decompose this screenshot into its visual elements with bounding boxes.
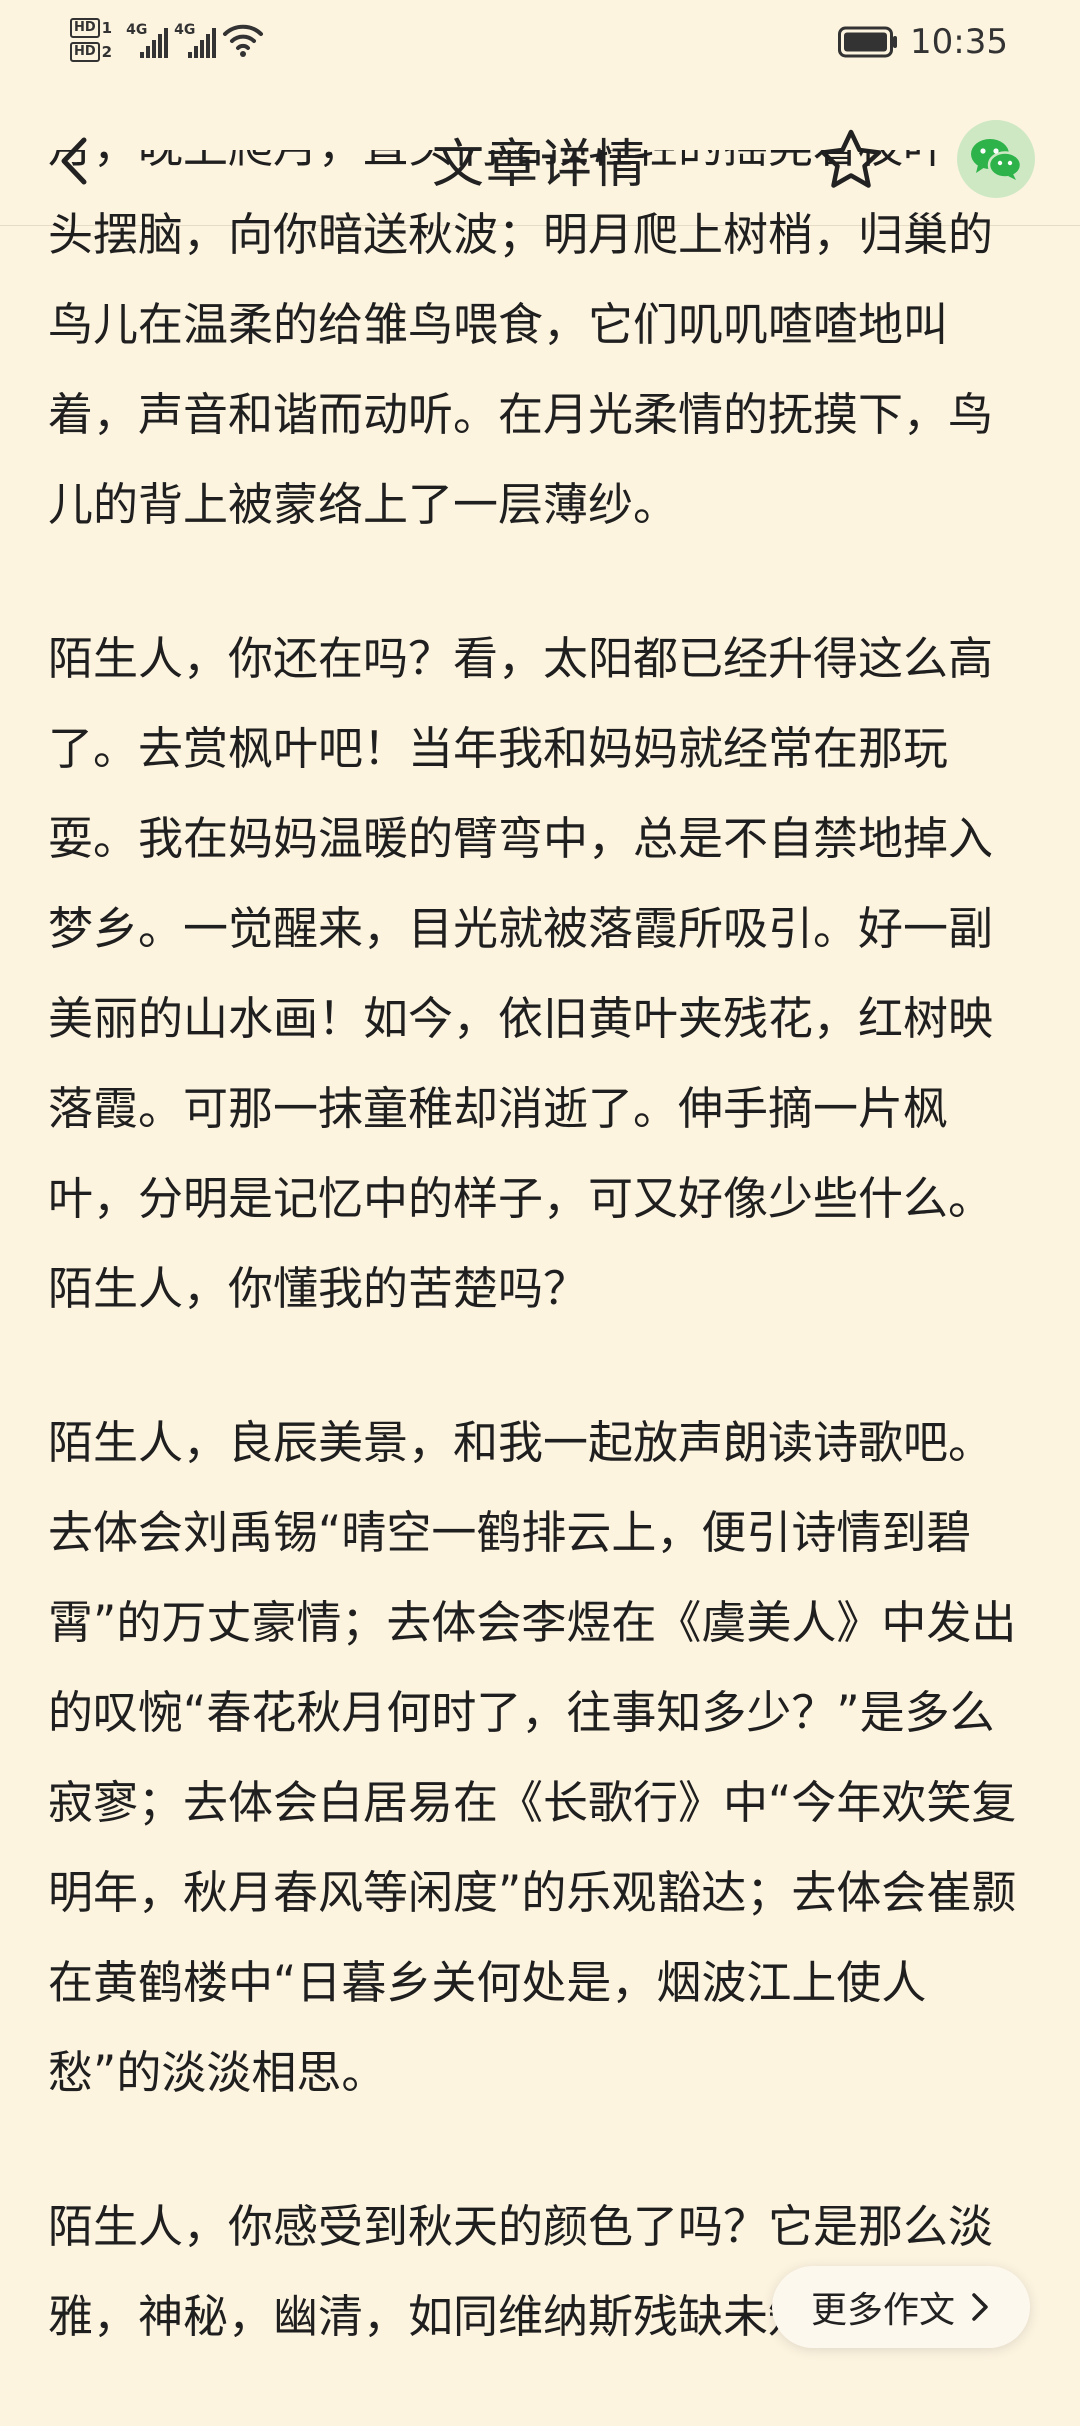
article-partial-text: 月，晚上爬月，直头们相顶轻轻的摇晃着枝叶 (48, 150, 948, 190)
hd-badge-2: HD 2 (70, 42, 112, 62)
article-paragraph-3: 陌生人，良辰美景，和我一起放声朗读诗歌吧。去体会刘禹锡“晴空一鹤排云上，便引诗情… (48, 1416, 1017, 2099)
clock: 10:35 (910, 22, 1008, 62)
article-partial-line: 月，晚上爬月，直头们相顶轻轻的摇晃着枝叶 (48, 150, 1032, 190)
article-body: 月，晚上爬月，直头们相顶轻轻的摇晃着枝叶 头摆脑，向你暗送秋波；明月爬上树梢，归… (48, 150, 1032, 2426)
signal-group-2: 4G (174, 18, 217, 62)
status-bar: HD 1 HD 2 4G 4G 10:35 (0, 0, 1080, 96)
hd-label-1: HD (70, 18, 100, 38)
status-right: 10:35 (838, 22, 1008, 62)
signal-group-1: 4G (126, 18, 169, 62)
hd-sub-2: 2 (101, 43, 113, 61)
signal-icon (188, 28, 217, 58)
chevron-right-icon (972, 2293, 988, 2321)
battery-icon (838, 26, 898, 58)
hd-badge-1: HD 1 (70, 18, 112, 38)
wifi-icon (223, 24, 264, 57)
hd-label-2: HD (70, 42, 100, 62)
more-essays-label: 更多作文 (810, 2290, 955, 2331)
article-paragraph-2: 陌生人，你还在吗？看，太阳都已经升得这么高了。去赏枫叶吧！当年我和妈妈就经常在那… (48, 632, 994, 1315)
hd-badges: HD 1 HD 2 (70, 18, 112, 62)
article-paragraph-1: 头摆脑，向你暗送秋波；明月爬上树梢，归巢的鸟儿在温柔的给雏鸟喂食，它们叽叽喳喳地… (48, 208, 994, 531)
hd-sub-1: 1 (101, 19, 113, 37)
more-essays-button[interactable]: 更多作文 (772, 2266, 1030, 2348)
status-indicators: HD 1 HD 2 4G 4G (70, 18, 264, 62)
signal-icon (140, 28, 169, 58)
